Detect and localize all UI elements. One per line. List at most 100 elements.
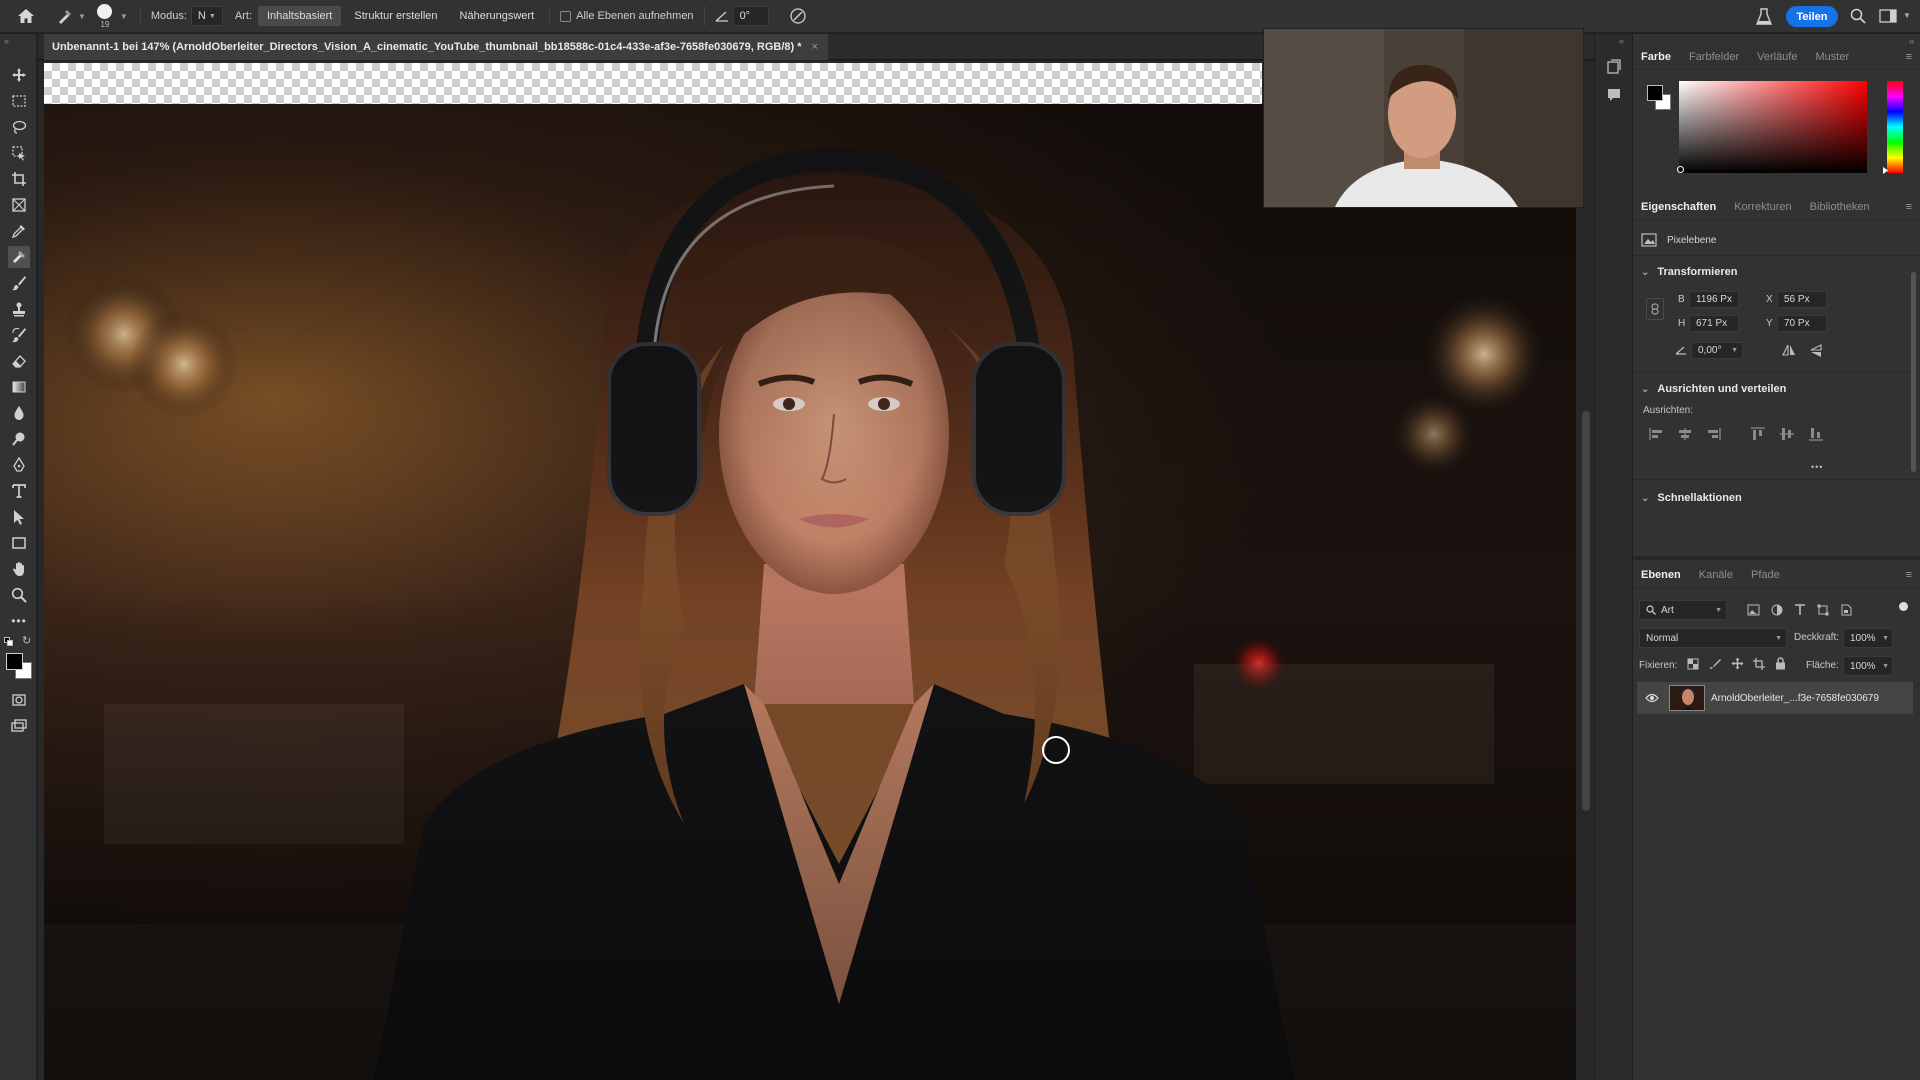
flip-vertical-icon[interactable]	[1809, 343, 1823, 359]
fill-field[interactable]: 100% ▼	[1843, 656, 1893, 676]
angle-input[interactable]: 0°	[732, 6, 769, 26]
vertical-scrollbar[interactable]	[1582, 411, 1590, 811]
comments-panel-icon[interactable]	[1605, 86, 1623, 104]
mode-select[interactable]: N ▼	[190, 6, 223, 26]
tab-layers[interactable]: Ebenen	[1641, 569, 1681, 581]
tab-swatches[interactable]: Farbfelder	[1689, 51, 1739, 63]
color-panel-foreground-swatch[interactable]	[1647, 85, 1663, 101]
hand-tool[interactable]	[8, 558, 30, 580]
align-section-header[interactable]: ⌄ Ausrichten und verteilen	[1641, 383, 1786, 395]
history-panel-icon[interactable]	[1605, 58, 1623, 76]
blur-tool[interactable]	[8, 402, 30, 424]
align-top-icon[interactable]	[1750, 427, 1766, 441]
eye-icon[interactable]	[1645, 693, 1659, 703]
layer-row[interactable]: ArnoldOberleiter_...f3e-7658fe030679	[1637, 682, 1913, 714]
search-icon[interactable]	[1850, 8, 1866, 27]
layer-filter-select[interactable]: Art ▼	[1639, 600, 1727, 620]
edit-toolbar-button[interactable]: •••	[8, 610, 30, 632]
proximity-match-button[interactable]: Näherungswert	[451, 6, 544, 26]
lock-transparent-pixels-icon[interactable]	[1687, 658, 1699, 670]
move-tool[interactable]	[8, 64, 30, 86]
align-right-icon[interactable]	[1706, 427, 1722, 441]
x-field[interactable]: 56 Px	[1777, 291, 1827, 308]
lock-position-icon[interactable]	[1731, 657, 1744, 670]
document-tab[interactable]: Unbenannt-1 bei 147% (ArnoldOberleiter_D…	[44, 34, 828, 60]
transform-section-header[interactable]: ⌄ Transformieren	[1641, 266, 1737, 278]
quick-mask-button[interactable]	[8, 689, 30, 711]
filter-type-icon[interactable]	[1794, 604, 1806, 616]
content-aware-button[interactable]: Inhaltsbasiert	[257, 6, 342, 26]
document-image[interactable]	[44, 104, 1576, 1080]
swap-colors-icon[interactable]: ↻	[22, 634, 31, 647]
screen-mode-button[interactable]	[8, 715, 30, 737]
align-vertical-center-icon[interactable]	[1779, 427, 1795, 441]
dodge-tool[interactable]	[8, 428, 30, 450]
blend-mode-select[interactable]: Normal ▼	[1639, 628, 1787, 648]
chevron-down-icon[interactable]: ▼	[120, 12, 128, 21]
gradient-tool[interactable]	[8, 376, 30, 398]
quick-actions-section-header[interactable]: ⌄ Schnellaktionen	[1641, 492, 1742, 504]
marquee-tool[interactable]	[8, 90, 30, 112]
clone-stamp-tool[interactable]	[8, 298, 30, 320]
sample-all-layers-checkbox[interactable]: Alle Ebenen aufnehmen	[554, 0, 699, 33]
create-texture-button[interactable]: Struktur erstellen	[345, 6, 446, 26]
rectangle-tool[interactable]	[8, 532, 30, 554]
filter-smart-object-icon[interactable]	[1840, 604, 1852, 616]
learn-icon[interactable]	[1755, 8, 1773, 29]
lock-all-icon[interactable]	[1775, 657, 1786, 670]
filter-adjustment-icon[interactable]	[1771, 604, 1783, 616]
pen-tool[interactable]	[8, 454, 30, 476]
tab-paths[interactable]: Pfade	[1751, 569, 1780, 581]
panel-menu-icon[interactable]: ≡	[1906, 201, 1912, 213]
home-button[interactable]	[0, 0, 52, 33]
angle-field[interactable]: 0,00° ▼	[1691, 342, 1743, 359]
foreground-color-swatch[interactable]	[6, 653, 23, 670]
filter-pixel-icon[interactable]	[1747, 604, 1760, 616]
default-colors-icon[interactable]	[4, 637, 14, 647]
height-field[interactable]: 671 Px	[1689, 315, 1739, 332]
zoom-tool[interactable]	[8, 584, 30, 606]
lasso-tool[interactable]	[8, 116, 30, 138]
flip-horizontal-icon[interactable]	[1781, 343, 1797, 357]
chevron-down-icon[interactable]: ▼	[1903, 11, 1911, 20]
hue-slider[interactable]	[1887, 81, 1903, 173]
brush-tool[interactable]	[8, 272, 30, 294]
brush-size-picker[interactable]: 19	[90, 0, 120, 33]
history-brush-tool[interactable]	[8, 324, 30, 346]
eyedropper-tool[interactable]	[8, 220, 30, 242]
filter-shape-icon[interactable]	[1817, 604, 1829, 616]
path-selection-tool[interactable]	[8, 506, 30, 528]
collapse-panels-icon[interactable]: «	[1619, 36, 1624, 46]
close-tab-icon[interactable]: ×	[812, 41, 818, 53]
eraser-tool[interactable]	[8, 350, 30, 372]
object-selection-tool[interactable]	[8, 142, 30, 164]
align-bottom-icon[interactable]	[1808, 427, 1824, 441]
canvas-area[interactable]	[38, 61, 1594, 1080]
spot-healing-brush-tool[interactable]	[8, 246, 30, 268]
lock-image-pixels-icon[interactable]	[1709, 658, 1721, 670]
y-field[interactable]: 70 Px	[1777, 315, 1827, 332]
tab-adjustments[interactable]: Korrekturen	[1734, 201, 1791, 213]
tab-libraries[interactable]: Bibliotheken	[1810, 201, 1870, 213]
link-dimensions-button[interactable]	[1646, 298, 1664, 320]
tab-color[interactable]: Farbe	[1641, 51, 1671, 63]
lock-artboard-icon[interactable]	[1753, 658, 1765, 670]
tab-channels[interactable]: Kanäle	[1699, 569, 1733, 581]
properties-scrollbar[interactable]	[1911, 272, 1916, 472]
crop-tool[interactable]	[8, 168, 30, 190]
color-field-picker[interactable]	[1677, 166, 1684, 173]
frame-tool[interactable]	[8, 194, 30, 216]
width-field[interactable]: 1196 Px	[1689, 291, 1739, 308]
type-tool[interactable]	[8, 480, 30, 502]
panel-menu-icon[interactable]: ≡	[1906, 569, 1912, 581]
tab-properties[interactable]: Eigenschaften	[1641, 201, 1716, 213]
align-horizontal-center-icon[interactable]	[1677, 427, 1693, 441]
align-left-icon[interactable]	[1648, 427, 1664, 441]
color-field[interactable]	[1679, 81, 1867, 173]
workspace-icon[interactable]	[1879, 9, 1897, 26]
tool-preset-picker[interactable]: ▼	[52, 0, 90, 33]
collapse-toolbar-icon[interactable]: »	[4, 36, 9, 46]
more-options-icon[interactable]: •••	[1811, 462, 1823, 472]
share-button[interactable]: Teilen	[1786, 6, 1838, 27]
tab-gradients[interactable]: Verläufe	[1757, 51, 1797, 63]
